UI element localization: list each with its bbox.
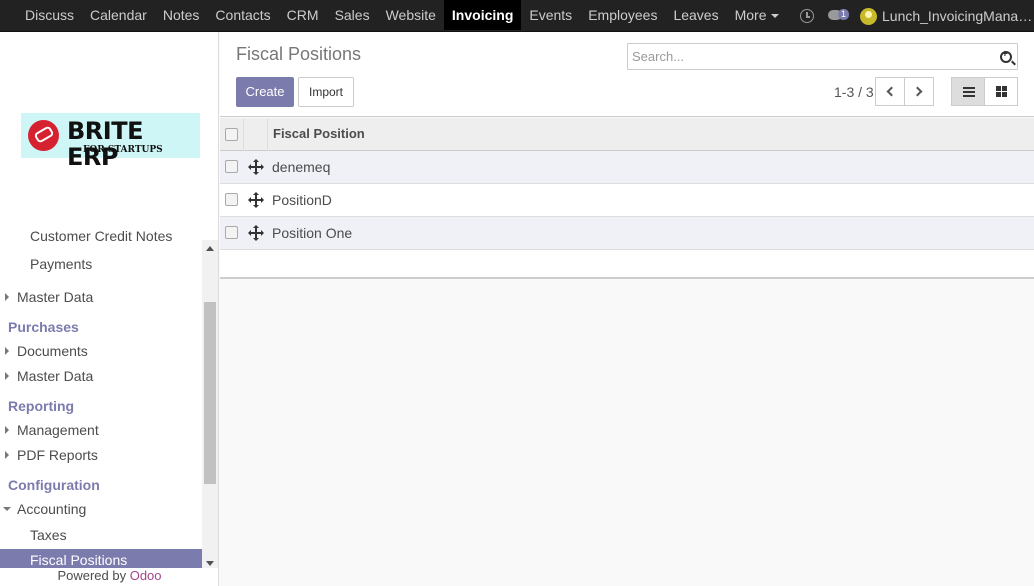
menu-leaves[interactable]: Leaves bbox=[665, 0, 726, 30]
table-row[interactable]: denemeq bbox=[220, 151, 1034, 184]
menu-discuss[interactable]: Discuss bbox=[17, 0, 82, 30]
menu-more[interactable]: More bbox=[727, 0, 787, 30]
user-menu[interactable]: Lunch_InvoicingManag... bbox=[882, 8, 1034, 24]
caret-down-icon bbox=[3, 507, 11, 511]
pager-next-button[interactable] bbox=[904, 77, 934, 106]
sidebar-item-purchases-master-data[interactable]: Master Data bbox=[0, 365, 202, 387]
select-all-checkbox[interactable] bbox=[225, 128, 238, 141]
sidebar-item-documents[interactable]: Documents bbox=[0, 340, 202, 362]
drag-handle-icon[interactable] bbox=[248, 159, 264, 175]
caret-right-icon bbox=[5, 293, 9, 301]
search-box[interactable] bbox=[627, 43, 1018, 70]
pager-previous-button[interactable] bbox=[875, 77, 905, 106]
menu-contacts[interactable]: Contacts bbox=[207, 0, 278, 30]
pager-value[interactable]: 1-3 / 3 bbox=[834, 84, 874, 100]
menu-calendar[interactable]: Calendar bbox=[82, 0, 155, 30]
messaging-menu[interactable]: 1 bbox=[828, 8, 850, 24]
powered-by-text: Powered by bbox=[57, 568, 130, 583]
sidebar-menu: Customer Credit Notes Payments Master Da… bbox=[0, 228, 202, 570]
logo-title: BRITE ERP bbox=[67, 117, 143, 171]
drag-handle-icon[interactable] bbox=[248, 192, 264, 208]
sidebar-scrollbar[interactable] bbox=[202, 240, 218, 570]
header-select-cell bbox=[220, 118, 244, 151]
list-icon bbox=[963, 87, 975, 97]
fiscal-position-name[interactable]: Position One bbox=[272, 225, 352, 241]
chevron-left-icon bbox=[886, 86, 897, 97]
sidebar-item-label: Master Data bbox=[17, 368, 94, 384]
menu-notes[interactable]: Notes bbox=[155, 0, 208, 30]
table-header: Fiscal Position bbox=[220, 118, 1034, 151]
sidebar-item-label: Accounting bbox=[17, 501, 87, 517]
scroll-down-arrow-icon[interactable] bbox=[206, 561, 214, 566]
top-navbar: Discuss Calendar Notes Contacts CRM Sale… bbox=[0, 0, 1034, 32]
logo-emblem-icon bbox=[28, 120, 59, 151]
chat-badge: 1 bbox=[838, 9, 850, 20]
sidebar-item-label: Documents bbox=[17, 343, 88, 359]
app-menu: Discuss Calendar Notes Contacts CRM Sale… bbox=[17, 0, 787, 32]
import-button[interactable]: Import bbox=[298, 77, 354, 107]
sidebar-item-fiscal-positions[interactable]: Fiscal Positions bbox=[0, 549, 202, 570]
clock-icon[interactable] bbox=[800, 9, 814, 23]
company-logo: BRITE ERP FOR STARTUPS bbox=[21, 113, 200, 170]
search-input[interactable] bbox=[632, 47, 992, 66]
header-handle-cell bbox=[244, 118, 268, 151]
search-icon[interactable] bbox=[1000, 49, 1012, 63]
sidebar-item-accounting[interactable]: Accounting bbox=[0, 498, 202, 520]
row-checkbox[interactable] bbox=[225, 193, 238, 206]
sidebar-section-reporting: Reporting bbox=[8, 398, 75, 414]
row-checkbox[interactable] bbox=[225, 160, 238, 173]
avatar[interactable] bbox=[860, 7, 877, 25]
menu-more-label: More bbox=[734, 7, 767, 23]
scroll-up-arrow-icon[interactable] bbox=[206, 246, 214, 251]
odoo-link[interactable]: Odoo bbox=[130, 568, 162, 583]
sidebar-item-taxes[interactable]: Taxes bbox=[0, 524, 202, 546]
systray: 1 Lunch_InvoicingManag... bbox=[800, 0, 1034, 32]
table-footer bbox=[220, 250, 1034, 279]
table-row[interactable]: Position One bbox=[220, 217, 1034, 250]
sidebar-item-label: Management bbox=[17, 422, 99, 438]
menu-crm[interactable]: CRM bbox=[279, 0, 327, 30]
page-title: Fiscal Positions bbox=[236, 44, 362, 64]
chevron-right-icon bbox=[912, 86, 923, 97]
menu-website[interactable]: Website bbox=[378, 0, 444, 30]
sidebar-section-configuration: Configuration bbox=[8, 477, 100, 493]
menu-events[interactable]: Events bbox=[521, 0, 580, 30]
sidebar-item-sales-master-data[interactable]: Master Data bbox=[0, 286, 202, 308]
menu-invoicing[interactable]: Invoicing bbox=[443, 0, 522, 30]
sidebar-item-customer-credit-notes[interactable]: Customer Credit Notes bbox=[0, 228, 202, 247]
logo-subtitle: FOR STARTUPS bbox=[83, 145, 163, 155]
sidebar-item-label: Master Data bbox=[17, 289, 94, 305]
powered-by: Powered by Odoo bbox=[0, 568, 218, 586]
fiscal-position-name[interactable]: PositionD bbox=[272, 192, 332, 208]
fiscal-positions-table: Fiscal Position denemeq PositionD Positi… bbox=[220, 118, 1034, 279]
main-content: Fiscal Positions Create Import 1-3 / 3 F… bbox=[220, 32, 1034, 586]
sidebar-section-purchases: Purchases bbox=[8, 319, 79, 335]
control-panel: Fiscal Positions Create Import 1-3 / 3 bbox=[220, 32, 1034, 117]
sidebar: BRITE ERP FOR STARTUPS Customer Credit N… bbox=[0, 32, 219, 586]
menu-employees[interactable]: Employees bbox=[580, 0, 665, 30]
menu-sales[interactable]: Sales bbox=[327, 0, 378, 30]
kanban-view-button[interactable] bbox=[984, 77, 1018, 106]
sidebar-item-pdf-reports[interactable]: PDF Reports bbox=[0, 444, 202, 466]
caret-right-icon bbox=[5, 451, 9, 459]
column-header-fiscal-position[interactable]: Fiscal Position bbox=[273, 126, 365, 141]
caret-right-icon bbox=[5, 372, 9, 380]
sidebar-item-payments[interactable]: Payments bbox=[0, 253, 202, 275]
caret-down-icon bbox=[770, 14, 779, 19]
fiscal-position-name[interactable]: denemeq bbox=[272, 159, 330, 175]
create-button[interactable]: Create bbox=[236, 77, 294, 107]
row-checkbox[interactable] bbox=[225, 226, 238, 239]
sidebar-item-label: PDF Reports bbox=[17, 447, 98, 463]
caret-right-icon bbox=[5, 347, 9, 355]
sidebar-item-management[interactable]: Management bbox=[0, 419, 202, 441]
scrollbar-thumb[interactable] bbox=[204, 302, 216, 484]
table-row[interactable]: PositionD bbox=[220, 184, 1034, 217]
caret-right-icon bbox=[5, 426, 9, 434]
list-view-button[interactable] bbox=[951, 77, 985, 106]
grid-icon bbox=[996, 86, 1007, 97]
drag-handle-icon[interactable] bbox=[248, 225, 264, 241]
